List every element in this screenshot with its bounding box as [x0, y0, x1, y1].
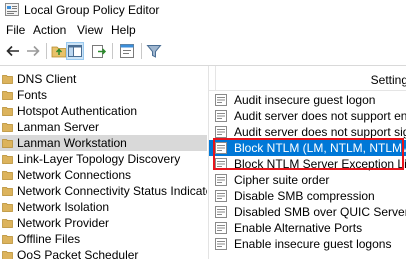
tree-item-label: Offline Files [17, 232, 81, 246]
forward-arrow-icon[interactable] [24, 42, 42, 60]
folder-icon [2, 235, 13, 244]
folder-icon [2, 139, 13, 148]
filter-icon[interactable] [145, 42, 163, 60]
folder-icon [2, 171, 13, 180]
policy-setting-icon [215, 222, 227, 234]
folder-icon [2, 91, 13, 100]
setting-row-selected[interactable]: Block NTLM (LM, NTLM, NTLMv2) [209, 140, 406, 156]
folder-icon [2, 219, 13, 228]
folder-icon [2, 107, 13, 116]
window-title: Local Group Policy Editor [24, 3, 160, 17]
column-header-setting[interactable]: Setting [371, 73, 406, 87]
tree-item-label: Lanman Server [17, 120, 100, 134]
policy-setting-icon [215, 158, 227, 170]
folder-icon [2, 123, 13, 132]
setting-label: Audit server does not support signing [234, 125, 406, 139]
setting-row[interactable]: Enable Alternative Ports [209, 220, 406, 236]
help-icon[interactable] [118, 42, 136, 60]
setting-row[interactable]: Disabled SMB over QUIC Server Exceptions [209, 204, 406, 220]
tree-item-dns-client[interactable]: DNS Client [0, 71, 207, 87]
tree-item-link-layer-topology-discovery[interactable]: Link-Layer Topology Discovery [0, 151, 207, 167]
setting-row[interactable]: Audit server does not support encryption [209, 108, 406, 124]
back-arrow-icon[interactable] [4, 42, 22, 60]
policy-editor-icon [5, 3, 19, 16]
tree-item-label: Network Provider [17, 216, 110, 230]
tree-item-label: Network Isolation [17, 200, 110, 214]
policy-setting-icon [215, 238, 227, 250]
policy-setting-icon [215, 206, 227, 218]
tree-item-lanman-server[interactable]: Lanman Server [0, 119, 207, 135]
setting-label: Disabled SMB over QUIC Server Exceptions [234, 205, 406, 219]
policy-setting-icon [215, 126, 227, 138]
tree-item-label: DNS Client [17, 72, 77, 86]
setting-label: Enable insecure guest logons [234, 237, 392, 251]
toolbar-separator [46, 43, 47, 59]
menu-action[interactable]: Action [33, 23, 66, 37]
folder-icon [2, 155, 13, 164]
export-list-icon[interactable] [90, 42, 108, 60]
setting-row[interactable]: Disable SMB compression [209, 188, 406, 204]
toolbar-separator [112, 43, 113, 59]
tree-item-network-isolation[interactable]: Network Isolation [0, 199, 207, 215]
setting-label: Audit insecure guest logon [234, 93, 376, 107]
toolbar-separator [141, 43, 142, 59]
tree-item-qos-packet-scheduler[interactable]: QoS Packet Scheduler [0, 247, 207, 259]
menu-help[interactable]: Help [111, 23, 136, 37]
show-hide-tree-button[interactable] [66, 42, 84, 60]
policy-setting-icon [215, 142, 227, 154]
menu-bar: File Action View Help [0, 21, 406, 39]
tree-item-network-connectivity-status-indicator[interactable]: Network Connectivity Status Indicator [0, 183, 207, 199]
tree-item-label: Hotspot Authentication [17, 104, 138, 118]
tree-pane: DNS Client Fonts Hotspot Authentication … [0, 67, 207, 259]
tree-item-hotspot-authentication[interactable]: Hotspot Authentication [0, 103, 207, 119]
show-hide-tree-icon [68, 45, 82, 57]
toolbar [0, 39, 406, 66]
tree-item-fonts[interactable]: Fonts [0, 87, 207, 103]
folder-icon [2, 203, 13, 212]
column-header-state[interactable] [209, 66, 216, 90]
title-bar: Local Group Policy Editor [0, 0, 406, 20]
tree-item-label: QoS Packet Scheduler [17, 248, 139, 259]
tree-item-lanman-workstation[interactable]: Lanman Workstation [0, 135, 207, 151]
setting-label: Audit server does not support encryption [234, 109, 406, 123]
settings-list-header: Setting [209, 66, 406, 91]
setting-label: Disable SMB compression [234, 189, 375, 203]
policy-setting-icon [215, 110, 227, 122]
folder-icon [2, 187, 13, 196]
setting-label: Block NTLM (LM, NTLM, NTLMv2) [234, 141, 406, 155]
tree-item-offline-files[interactable]: Offline Files [0, 231, 207, 247]
setting-label: Cipher suite order [234, 173, 330, 187]
tree-item-network-connections[interactable]: Network Connections [0, 167, 207, 183]
settings-pane: Setting Audit insecure guest logon Audit… [209, 66, 406, 259]
tree-item-label: Lanman Workstation [17, 136, 127, 150]
setting-row[interactable]: Audit server does not support signing [209, 124, 406, 140]
policy-setting-icon [215, 94, 227, 106]
menu-view[interactable]: View [77, 23, 103, 37]
folder-icon [2, 75, 13, 84]
tree-item-network-provider[interactable]: Network Provider [0, 215, 207, 231]
setting-row[interactable]: Block NTLM Server Exception List [209, 156, 406, 172]
policy-setting-icon [215, 174, 227, 186]
menu-file[interactable]: File [6, 23, 25, 37]
setting-label: Enable Alternative Ports [234, 221, 363, 235]
policy-setting-icon [215, 190, 227, 202]
tree-item-label: Fonts [17, 88, 48, 102]
setting-row[interactable]: Audit insecure guest logon [209, 92, 406, 108]
folder-icon [2, 251, 13, 259]
tree-item-label: Network Connectivity Status Indicator [17, 184, 207, 198]
setting-row[interactable]: Cipher suite order [209, 172, 406, 188]
tree-item-label: Link-Layer Topology Discovery [17, 152, 181, 166]
tree-item-label: Network Connections [17, 168, 132, 182]
setting-label: Block NTLM Server Exception List [234, 157, 406, 171]
setting-row[interactable]: Enable insecure guest logons [209, 236, 406, 252]
